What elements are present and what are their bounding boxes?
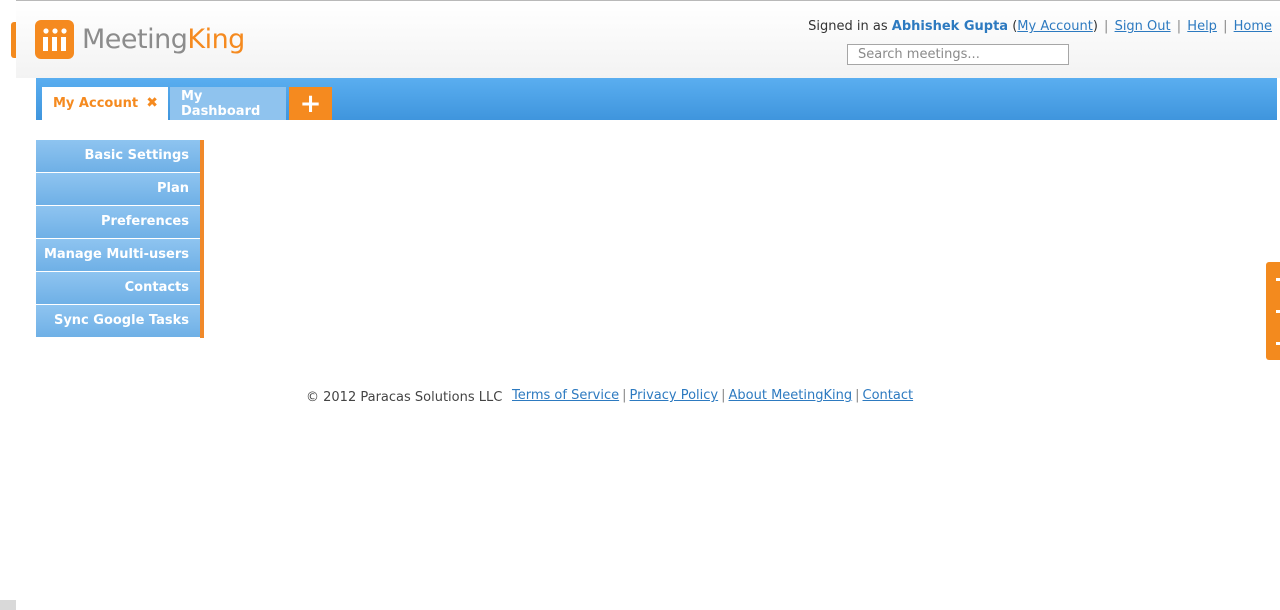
separator: | [1176,19,1182,34]
tab-my-dashboard[interactable]: My Dashboard [170,87,286,120]
feedback-tab[interactable] [1266,262,1280,360]
sidebar: Basic Settings Plan Preferences Manage M… [36,140,204,338]
sidebar-item-basic-settings[interactable]: Basic Settings [36,140,200,172]
user-name: Abhishek Gupta [891,19,1009,34]
tab-label: My Dashboard [181,88,261,119]
feedback-tab-mark [1276,342,1280,345]
tab-my-account[interactable]: My Account ✖ [42,87,168,120]
tab-strip: My Account ✖ My Dashboard + [36,78,1277,120]
tab-label: My Account [53,96,139,111]
sidebar-item-sync-google-tasks[interactable]: Sync Google Tasks [36,305,200,337]
help-link[interactable]: Help [1187,19,1217,34]
meetingking-logo-icon [35,20,74,59]
contact-link[interactable]: Contact [863,388,914,403]
footer: © 2012 Paracas Solutions LLC Terms of Se… [306,388,913,405]
signed-in-label: Signed in as [808,19,888,34]
status-corner [0,600,16,610]
left-edge-accent [11,22,16,58]
paren-close: ) [1092,19,1098,34]
sidebar-item-plan[interactable]: Plan [36,173,200,205]
footer-links: Terms of Service | Privacy Policy | About Me… [512,388,913,403]
separator: | [1104,19,1109,34]
sidebar-item-contacts[interactable]: Contacts [36,272,200,304]
account-bar: Signed in as Abhishek Gupta (My Account)… [808,19,1272,34]
feedback-tab-mark [1276,310,1280,313]
separator: | [1223,19,1228,34]
separator: | [855,388,860,403]
add-icon: + [299,88,322,119]
sidebar-item-manage-multi-users[interactable]: Manage Multi-users [36,239,200,271]
terms-of-service-link[interactable]: Terms of Service [512,388,619,403]
logo-text-king: King [187,24,245,55]
logo-text-meeting: Meeting [82,24,188,55]
search-input[interactable] [847,44,1069,65]
about-link[interactable]: About MeetingKing [729,388,853,403]
my-account-link[interactable]: My Account [1017,19,1093,34]
separator: | [721,388,726,403]
logo[interactable]: MeetingKing [35,20,245,59]
privacy-policy-link[interactable]: Privacy Policy [630,388,719,403]
close-x-icon[interactable]: ✖ [146,95,158,111]
sidebar-item-preferences[interactable]: Preferences [36,206,200,238]
logo-wordmark: MeetingKing [82,24,245,55]
home-link[interactable]: Home [1234,19,1272,34]
separator: | [622,388,627,403]
feedback-tab-mark [1276,278,1280,281]
copyright: © 2012 Paracas Solutions LLC [306,390,503,405]
add-tab-button[interactable]: + [289,87,332,120]
sign-out-link[interactable]: Sign Out [1115,19,1171,34]
